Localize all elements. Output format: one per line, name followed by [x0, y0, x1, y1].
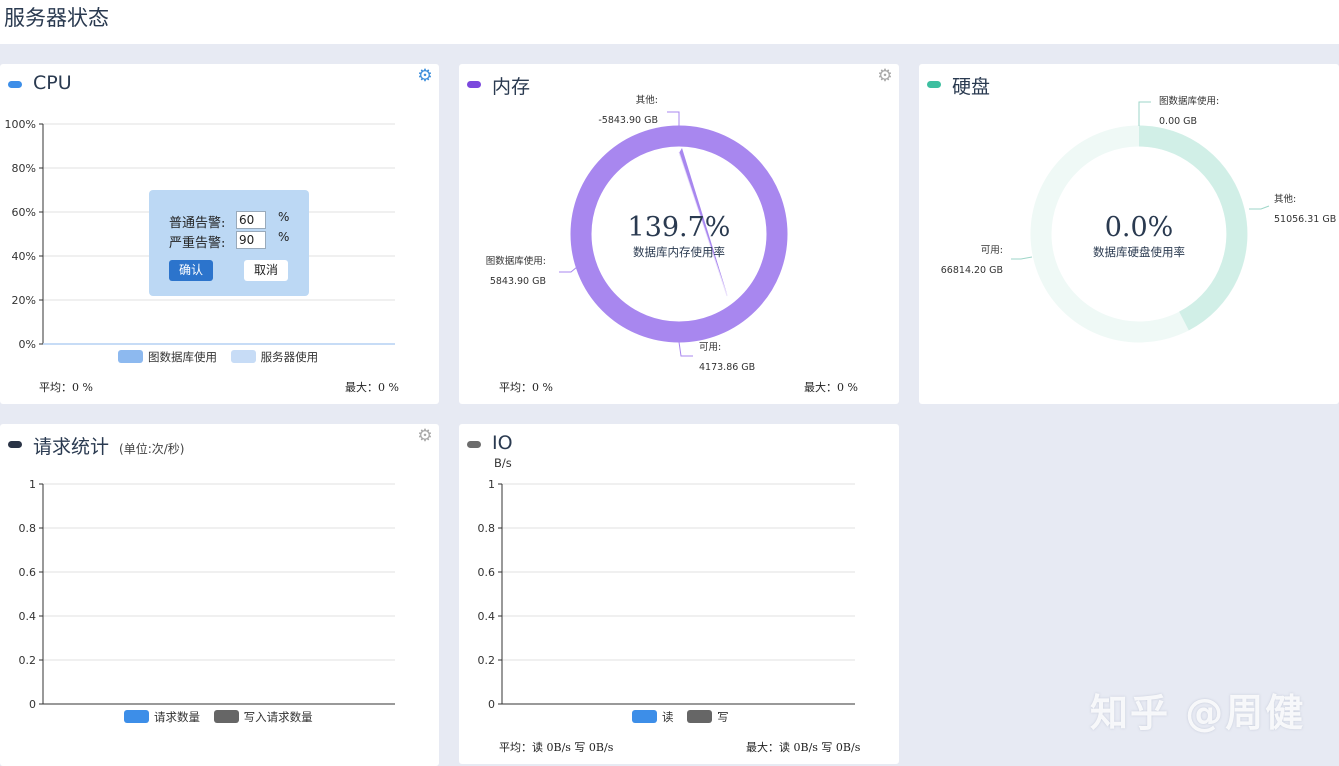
critical-alert-label: 严重告警: [169, 236, 226, 251]
io-tick-label: 0.8 [478, 522, 496, 535]
requests-tick-label: 1 [29, 478, 36, 491]
cpu-settings-gear-icon[interactable]: ⚙ [416, 67, 434, 85]
io-tick-label: 0.2 [478, 654, 496, 667]
cpu-indicator [8, 81, 22, 88]
cpu-tick-label: 100% [5, 118, 36, 131]
cpu-legend-server[interactable]: 服务器使用 [230, 349, 319, 365]
watermark: 知乎 @周健 [1090, 691, 1306, 735]
io-avg: 平均：读 0B/s 写 0B/s [499, 741, 614, 754]
page-title: 服务器状态 [4, 6, 109, 30]
requests-title-text: 请求统计 [33, 436, 110, 458]
requests-tick-label: 0.8 [19, 522, 37, 535]
io-card-title: IO [492, 432, 513, 454]
memory-max: 最大：0 % [804, 381, 858, 394]
disk-callout-other-name: 其他: [1274, 193, 1296, 205]
io-legend-write-label: 写 [717, 710, 729, 724]
cpu-legend-graphdb-label: 图数据库使用 [148, 350, 217, 364]
cpu-tick-label: 80% [12, 162, 36, 175]
cancel-button[interactable]: 取消 [244, 260, 288, 281]
requests-legend-write-label: 写入请求数量 [243, 710, 313, 724]
requests-tick-label: 0.2 [19, 654, 37, 667]
requests-legend: 请求数量 写入请求数量 [124, 709, 323, 725]
memory-callout-graphdb-name: 图数据库使用: [486, 255, 546, 267]
memory-avg: 平均：0 % [499, 381, 553, 394]
requests-card-title: 请求统计 (单位:次/秒) [33, 432, 184, 459]
requests-tick-label: 0 [29, 698, 36, 711]
io-indicator [467, 441, 481, 448]
io-tick-label: 0 [488, 698, 495, 711]
memory-callout-other-value: -5843.90 GB [598, 115, 658, 126]
io-tick-label: 0.4 [478, 610, 496, 623]
requests-indicator [8, 441, 22, 448]
io-legend-read[interactable]: 读 [632, 709, 674, 725]
requests-card: 请求统计 (单位:次/秒) ⚙ 0 0.2 0.4 0.6 0.8 1 请求数量 写入请求数… [0, 424, 439, 766]
disk-callout-other-value: 51056.31 GB [1274, 214, 1336, 225]
cpu-legend: 图数据库使用 服务器使用 [118, 349, 328, 365]
cpu-card-title: CPU [33, 72, 72, 94]
io-tick-label: 0.6 [478, 566, 496, 579]
io-legend-read-label: 读 [662, 710, 674, 724]
disk-callout-graphdb-value: 0.00 GB [1159, 116, 1197, 127]
disk-center-label: 数据库硬盘使用率 [1093, 245, 1185, 259]
io-legend: 读 写 [632, 709, 739, 725]
requests-legend-count-label: 请求数量 [154, 710, 200, 724]
normal-alert-unit: % [278, 210, 290, 224]
memory-donut-chart: 其他: -5843.90 GB 图数据库使用: 5843.90 GB 可用: 4… [486, 94, 788, 373]
critical-alert-unit: % [278, 230, 290, 244]
memory-center-label: 数据库内存使用率 [633, 245, 725, 259]
requests-tick-label: 0.4 [19, 610, 37, 623]
requests-tick-label: 0.6 [19, 566, 37, 579]
memory-callout-other-name: 其他: [636, 94, 658, 106]
disk-callout-available-value: 66814.20 GB [941, 265, 1003, 276]
io-card: IO B/s 0 0.2 0.4 0.6 0.8 1 读 写 平均：读 0B/s 写 0B… [459, 424, 899, 764]
normal-alert-input[interactable]: 60 [236, 211, 266, 229]
disk-donut-chart: 图数据库使用: 0.00 GB 其他: 51056.31 GB 可用: 6681… [941, 95, 1336, 343]
normal-alert-label: 普通告警: [169, 216, 226, 231]
cpu-tick-label: 40% [12, 250, 36, 263]
cpu-legend-graphdb[interactable]: 图数据库使用 [118, 349, 217, 365]
alert-threshold-popover: 普通告警: 60 % 严重告警: 90 % 确认 取消 [149, 190, 309, 296]
memory-callout-graphdb-value: 5843.90 GB [490, 276, 546, 287]
disk-callout-graphdb-name: 图数据库使用: [1159, 95, 1219, 107]
page-header: 服务器状态 [0, 0, 1339, 44]
requests-subtitle: (单位:次/秒) [119, 442, 185, 456]
requests-legend-write[interactable]: 写入请求数量 [213, 709, 313, 725]
critical-alert-input[interactable]: 90 [236, 231, 266, 249]
io-legend-write[interactable]: 写 [687, 709, 729, 725]
cpu-max: 最大：0 % [345, 381, 399, 394]
cpu-tick-label: 0% [19, 338, 36, 351]
disk-percent: 0.0% [1105, 212, 1174, 243]
io-tick-label: 1 [488, 478, 495, 491]
requests-legend-count[interactable]: 请求数量 [124, 709, 200, 725]
io-max: 最大：读 0B/s 写 0B/s [746, 741, 861, 754]
disk-callout-available-name: 可用: [981, 245, 1003, 256]
cpu-legend-server-label: 服务器使用 [260, 350, 319, 364]
cpu-tick-label: 20% [12, 294, 36, 307]
confirm-button[interactable]: 确认 [169, 260, 213, 281]
cpu-tick-label: 60% [12, 206, 36, 219]
memory-callout-available-value: 4173.86 GB [699, 362, 755, 373]
cpu-avg: 平均：0 % [39, 381, 93, 394]
memory-card: 内存 ⚙ 其他: -5843.90 GB 图数据库使用: 5843.90 GB … [459, 64, 899, 404]
memory-percent: 139.7% [628, 212, 731, 243]
memory-callout-available-name: 可用: [699, 342, 721, 353]
requests-settings-gear-icon[interactable]: ⚙ [416, 427, 434, 445]
disk-card: 硬盘 图数据库使用: 0.00 GB 其他: 51056.31 GB 可用: 6… [919, 64, 1339, 404]
